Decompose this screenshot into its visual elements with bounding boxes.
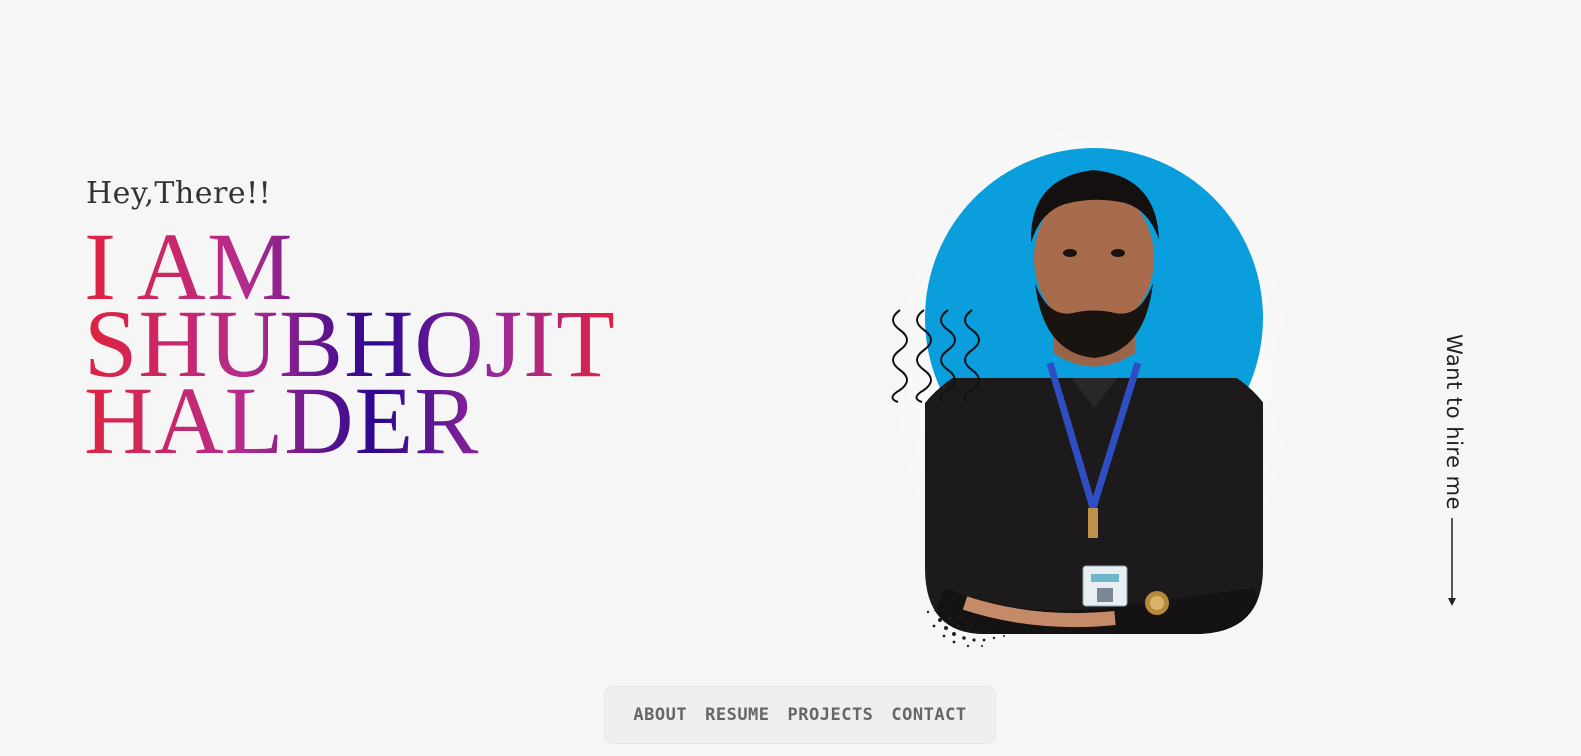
bottom-nav: ABOUT RESUME PROJECTS CONTACT — [604, 686, 996, 744]
greeting-text: Hey,There!! — [86, 176, 272, 211]
squiggle-lines-icon — [891, 309, 980, 403]
hero-headline: I AM SHUBHOJIT HALDER — [84, 219, 616, 469]
nav-projects[interactable]: PROJECTS — [788, 705, 874, 725]
nav-about[interactable]: ABOUT — [633, 705, 687, 725]
halftone-dots-icon — [926, 569, 1005, 648]
nav-contact[interactable]: CONTACT — [891, 705, 966, 725]
arrow-down-icon — [1448, 518, 1456, 606]
nav-resume[interactable]: RESUME — [705, 705, 769, 725]
page: Hey,There!! I AM SHUBHOJIT HALDER Want t… — [0, 0, 1581, 756]
hire-me-label: Want to hire me — [1442, 334, 1466, 511]
hire-me-link[interactable]: Want to hire me — [1432, 334, 1472, 614]
